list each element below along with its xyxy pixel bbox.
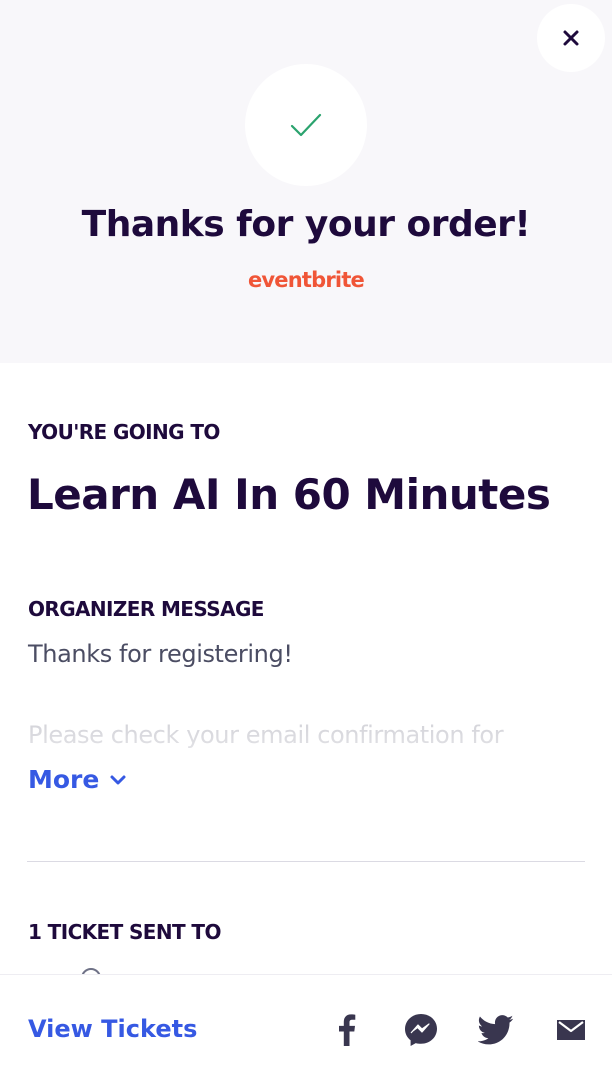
page-title: Thanks for your order! [81, 204, 531, 245]
share-facebook-button[interactable] [328, 1011, 366, 1049]
tickets-sent-label: 1 TICKET SENT TO [28, 920, 221, 944]
success-badge [245, 64, 367, 186]
facebook-icon [339, 1014, 356, 1046]
share-messenger-button[interactable] [402, 1011, 440, 1049]
confirmation-header: Thanks for your order! eventbrite [0, 0, 612, 363]
chevron-down-icon [110, 775, 126, 784]
close-button[interactable] [537, 4, 605, 72]
organizer-message-line-faded: Please check your email confirmation for [28, 721, 504, 749]
footer-bar: View Tickets [0, 974, 612, 1084]
eventbrite-logo: eventbrite [247, 268, 365, 292]
messenger-icon [405, 1014, 437, 1046]
more-label: More [28, 765, 100, 794]
share-twitter-button[interactable] [477, 1011, 515, 1049]
going-to-label: YOU'RE GOING TO [28, 420, 220, 444]
close-icon [563, 30, 579, 46]
twitter-icon [478, 1015, 514, 1045]
checkmark-icon [290, 113, 322, 137]
section-divider [27, 861, 585, 862]
more-button[interactable]: More [28, 765, 127, 794]
organizer-message-label: ORGANIZER MESSAGE [28, 597, 264, 621]
email-icon [557, 1020, 585, 1040]
view-tickets-button[interactable]: View Tickets [28, 1015, 197, 1043]
order-confirmation-page: Thanks for your order! eventbrite YOU'RE… [0, 0, 612, 1084]
event-title: Learn AI In 60 Minutes [27, 470, 551, 519]
share-email-button[interactable] [552, 1011, 590, 1049]
organizer-message-line: Thanks for registering! [28, 640, 293, 668]
